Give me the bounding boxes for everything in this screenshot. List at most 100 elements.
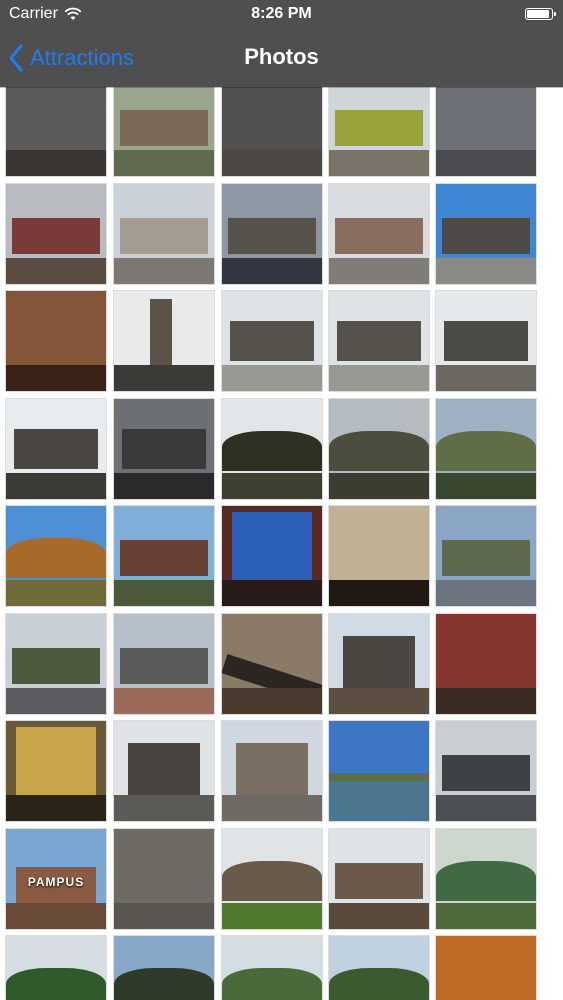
thumbnail-ground — [329, 688, 429, 714]
photo-thumbnail[interactable] — [113, 720, 215, 822]
thumbnail-ground — [436, 150, 536, 176]
photo-thumbnail[interactable] — [221, 613, 323, 715]
thumbnail-subject — [337, 321, 421, 361]
photo-thumbnail[interactable] — [5, 290, 107, 392]
thumbnail-ground — [222, 688, 322, 714]
photo-thumbnail[interactable] — [435, 720, 537, 822]
thumbnail-subject — [436, 76, 536, 156]
thumbnail-subject — [6, 76, 106, 156]
thumbnail-ground — [6, 688, 106, 714]
photo-thumbnail[interactable] — [113, 290, 215, 392]
thumbnail-ground — [222, 795, 322, 821]
photo-thumbnail[interactable] — [221, 183, 323, 285]
photo-thumbnail[interactable] — [328, 828, 430, 930]
photo-thumbnail[interactable] — [221, 290, 323, 392]
photo-thumbnail[interactable] — [113, 75, 215, 177]
thumbnail-subject — [442, 540, 530, 576]
photo-thumbnail[interactable] — [5, 183, 107, 285]
screen: Carrier 8:26 PM Attractions Photos PAMPU… — [0, 0, 563, 1000]
photo-thumbnail[interactable] — [113, 613, 215, 715]
photo-thumbnail[interactable] — [328, 398, 430, 500]
photo-thumbnail[interactable] — [221, 720, 323, 822]
photo-thumbnail[interactable] — [5, 613, 107, 715]
photo-thumbnail[interactable] — [328, 613, 430, 715]
thumbnail-subject — [335, 863, 423, 899]
thumbnail-ground — [222, 580, 322, 606]
thumbnail-ground — [6, 580, 106, 606]
thumbnail-ground — [6, 150, 106, 176]
photo-thumbnail[interactable] — [5, 398, 107, 500]
thumbnail-subject — [6, 538, 106, 578]
photo-thumbnail[interactable] — [435, 505, 537, 607]
thumbnail-subject — [6, 968, 106, 1000]
photo-thumbnail[interactable] — [5, 75, 107, 177]
thumbnail-subject — [335, 218, 423, 254]
thumbnail-subject — [122, 429, 206, 469]
photo-thumbnail[interactable] — [113, 828, 215, 930]
photo-thumbnail[interactable] — [113, 935, 215, 1000]
thumbnail-ground — [114, 258, 214, 284]
thumbnail-subject — [436, 936, 536, 1000]
thumbnail-subject — [222, 968, 322, 1000]
thumbnail-ground — [114, 688, 214, 714]
thumbnail-subject — [236, 743, 308, 803]
photo-thumbnail[interactable] — [113, 398, 215, 500]
thumbnail-ground — [222, 365, 322, 391]
photo-thumbnail[interactable] — [435, 398, 537, 500]
thumbnail-ground — [436, 580, 536, 606]
navigation-bar: Attractions Photos — [0, 30, 563, 87]
photo-thumbnail[interactable] — [435, 290, 537, 392]
photo-thumbnail[interactable] — [113, 505, 215, 607]
photo-thumbnail[interactable] — [113, 183, 215, 285]
thumbnail-subject — [6, 291, 106, 371]
thumbnail-ground — [114, 903, 214, 929]
thumbnail-subject — [12, 218, 100, 254]
thumbnail-subject — [436, 431, 536, 471]
thumbnail-ground — [329, 365, 429, 391]
thumbnail-ground — [329, 473, 429, 499]
thumbnail-ground — [114, 365, 214, 391]
thumbnail-ground — [6, 258, 106, 284]
thumbnail-subject — [222, 76, 322, 156]
photo-thumbnail[interactable]: PAMPUS — [5, 828, 107, 930]
photo-thumbnail[interactable] — [221, 935, 323, 1000]
photo-thumbnail[interactable] — [221, 505, 323, 607]
photo-thumbnail[interactable] — [328, 290, 430, 392]
thumbnail-sky — [222, 614, 322, 659]
status-bar: Carrier 8:26 PM — [0, 0, 563, 30]
thumbnail-subject — [442, 755, 530, 791]
photo-thumbnail[interactable] — [221, 75, 323, 177]
photo-thumbnail[interactable] — [5, 935, 107, 1000]
photo-thumbnail[interactable] — [435, 183, 537, 285]
thumbnail-subject — [128, 743, 200, 803]
photo-thumbnail[interactable] — [221, 398, 323, 500]
thumbnail-ground — [329, 150, 429, 176]
thumbnail-subject — [444, 321, 528, 361]
thumbnail-subject — [230, 321, 314, 361]
thumbnail-subject — [329, 773, 429, 781]
status-time: 8:26 PM — [251, 5, 312, 22]
photo-thumbnail[interactable] — [5, 505, 107, 607]
photo-thumbnail[interactable] — [435, 828, 537, 930]
thumbnail-subject — [120, 540, 208, 576]
photo-thumbnail[interactable] — [328, 720, 430, 822]
photo-thumbnail[interactable] — [221, 828, 323, 930]
photo-thumbnail[interactable] — [5, 720, 107, 822]
photo-thumbnail[interactable] — [328, 75, 430, 177]
thumbnail-ground — [6, 365, 106, 391]
thumbnail-ground — [436, 473, 536, 499]
battery-icon — [525, 8, 556, 20]
photo-thumbnail[interactable] — [435, 613, 537, 715]
thumbnail-ground — [329, 580, 429, 606]
photo-thumbnail[interactable] — [328, 183, 430, 285]
photo-thumbnail[interactable] — [435, 935, 537, 1000]
thumbnail-ground — [114, 150, 214, 176]
photo-thumbnail[interactable] — [328, 935, 430, 1000]
thumbnail-subject — [329, 506, 429, 586]
thumbnail-subject — [120, 218, 208, 254]
photo-thumbnail[interactable] — [328, 505, 430, 607]
thumbnail-subject — [222, 431, 322, 471]
thumbnail-subject — [222, 861, 322, 901]
photo-thumbnail[interactable] — [435, 75, 537, 177]
thumbnail-sign-text: PAMPUS — [27, 875, 85, 889]
